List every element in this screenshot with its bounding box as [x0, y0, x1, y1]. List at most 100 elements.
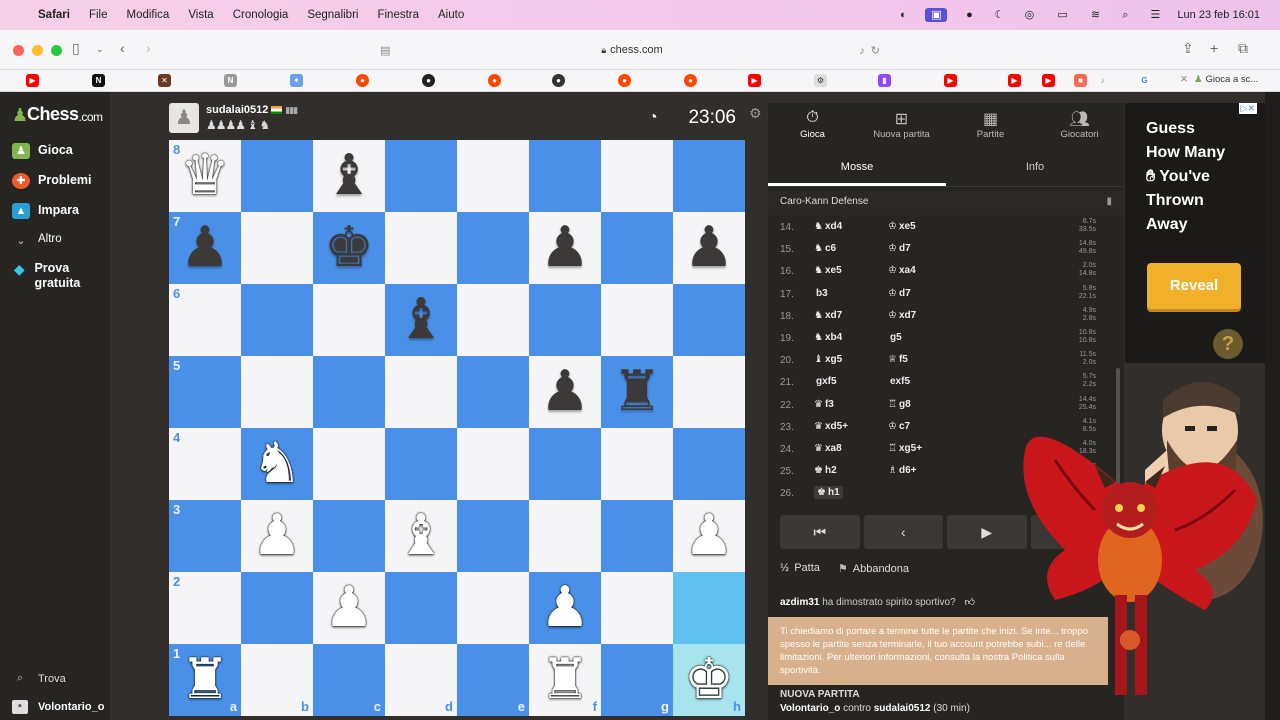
black-move[interactable]: ♔ xe5: [888, 221, 916, 232]
sidebar-user[interactable]: ▪ Volontario_o: [12, 700, 104, 714]
white-move[interactable]: b3: [814, 288, 828, 299]
square-d1[interactable]: d: [385, 644, 457, 716]
white-move[interactable]: ♛ xa8: [814, 443, 842, 454]
new-tab-icon[interactable]: +: [1210, 40, 1218, 56]
previous-move-button[interactable]: ‹: [863, 515, 943, 549]
square-e4[interactable]: [457, 428, 529, 500]
black-pawn-piece[interactable]: ♟: [529, 212, 601, 284]
black-pawn-piece[interactable]: ♟: [673, 212, 745, 284]
square-c2[interactable]: ♟: [313, 572, 385, 644]
battery-icon[interactable]: ▭: [1051, 8, 1073, 22]
thumbs-up-icon[interactable]: 👍︎: [964, 597, 974, 608]
sidebar-item-gioca[interactable]: ♟ Gioca: [12, 143, 73, 159]
address-bar[interactable]: ▤ 🔒︎ chess.com ♪↻: [372, 38, 892, 62]
wifi-icon[interactable]: ≋: [1087, 8, 1103, 22]
square-e1[interactable]: e: [457, 644, 529, 716]
white-move[interactable]: ♛ xd5+: [814, 421, 848, 432]
white-move[interactable]: ♞ xd7: [814, 310, 842, 321]
white-move[interactable]: gxf5: [814, 376, 837, 387]
white-move[interactable]: ♞ xd4: [814, 221, 842, 232]
square-h3[interactable]: ♟: [673, 500, 745, 572]
square-d3[interactable]: ♝: [385, 500, 457, 572]
square-a4[interactable]: 4: [169, 428, 241, 500]
square-a1[interactable]: 1 a ♜: [169, 644, 241, 716]
square-h8[interactable]: [673, 140, 745, 212]
youtube-favicon[interactable]: ▶: [26, 74, 39, 87]
tab-favicon[interactable]: ✕: [158, 74, 171, 87]
gear-icon[interactable]: ⚙: [749, 105, 762, 122]
black-king-piece[interactable]: ♚: [313, 212, 385, 284]
white-rook-piece[interactable]: ♜: [169, 644, 241, 716]
square-b6[interactable]: [241, 284, 313, 356]
square-f6[interactable]: [529, 284, 601, 356]
menu-vista[interactable]: Vista: [188, 9, 213, 21]
speaker-icon[interactable]: ♪: [1096, 74, 1109, 87]
white-move[interactable]: ♞ xb4: [814, 332, 842, 343]
white-move[interactable]: ♚ h2: [814, 465, 837, 476]
misc-favicon[interactable]: ⚙: [814, 74, 827, 87]
dark-favicon-2[interactable]: ●: [552, 74, 565, 87]
tab-overview-icon[interactable]: ⧉: [1238, 40, 1248, 57]
square-h4[interactable]: [673, 428, 745, 500]
airdrop-icon[interactable]: ◎: [1021, 8, 1037, 22]
sidebar-item-prova-gratuita[interactable]: ◆ Prova gratuita: [12, 261, 102, 291]
resign-button[interactable]: ⚑ Abbandona: [838, 562, 909, 575]
reddit-favicon[interactable]: ●: [356, 74, 369, 87]
square-f8[interactable]: [529, 140, 601, 212]
black-pawn-piece[interactable]: ♟: [529, 356, 601, 428]
square-f2[interactable]: ♟: [529, 572, 601, 644]
reddit-favicon-3[interactable]: ●: [618, 74, 631, 87]
white-pawn-piece[interactable]: ♟: [673, 500, 745, 572]
white-move[interactable]: ♞ c6: [814, 243, 836, 254]
tab-favicon-2[interactable]: ■: [1074, 74, 1087, 87]
sidebar-item-altro[interactable]: ⌄ Altro: [12, 233, 61, 249]
sidebar-search[interactable]: ⌕ Trova: [12, 672, 66, 685]
black-bishop-piece[interactable]: ♝: [313, 140, 385, 212]
black-move[interactable]: exf5: [888, 376, 910, 387]
square-b2[interactable]: [241, 572, 313, 644]
square-g1[interactable]: g: [601, 644, 673, 716]
black-move[interactable]: [888, 487, 890, 498]
square-b8[interactable]: [241, 140, 313, 212]
menu-finestra[interactable]: Finestra: [377, 9, 419, 21]
square-h1[interactable]: h ♚: [673, 644, 745, 716]
square-b1[interactable]: b: [241, 644, 313, 716]
square-e3[interactable]: [457, 500, 529, 572]
white-knight-piece[interactable]: ♞: [241, 428, 313, 500]
control-center-icon[interactable]: ☰: [1147, 8, 1163, 22]
square-h2[interactable]: [673, 572, 745, 644]
notion-favicon[interactable]: N: [224, 74, 237, 87]
search-icon[interactable]: ⌕: [1117, 8, 1133, 22]
opponent-name[interactable]: sudalai0512 ▮▮▮: [206, 104, 298, 116]
bird-favicon[interactable]: ✦: [290, 74, 303, 87]
square-d7[interactable]: [385, 212, 457, 284]
square-g8[interactable]: [601, 140, 673, 212]
square-a7[interactable]: 7 ♟: [169, 212, 241, 284]
extension-icon[interactable]: ◐: [895, 8, 911, 22]
forward-button[interactable]: ›: [146, 40, 151, 56]
square-g5[interactable]: ♜: [601, 356, 673, 428]
menu-aiuto[interactable]: Aiuto: [438, 9, 464, 21]
menubar-clock[interactable]: Lun 23 feb 16:01: [1177, 9, 1260, 21]
twitch-favicon[interactable]: ▮: [878, 74, 891, 87]
black-move[interactable]: ♕ f5: [888, 354, 908, 365]
record-icon[interactable]: ●: [961, 8, 977, 22]
book-icon[interactable]: ▮: [1106, 196, 1112, 207]
tab-info[interactable]: Info: [946, 153, 1124, 186]
minimize-window-button[interactable]: [32, 45, 43, 56]
reddit-favicon-4[interactable]: ●: [684, 74, 697, 87]
black-move[interactable]: ♔ xd7: [888, 310, 916, 321]
square-c4[interactable]: [313, 428, 385, 500]
square-g4[interactable]: [601, 428, 673, 500]
square-e6[interactable]: [457, 284, 529, 356]
first-move-button[interactable]: ⏮: [780, 515, 860, 549]
audio-reload-icons[interactable]: ♪↻: [859, 44, 886, 57]
sidebar-toggle-icon[interactable]: ▯: [72, 40, 80, 57]
square-c8[interactable]: ♝: [313, 140, 385, 212]
square-h6[interactable]: [673, 284, 745, 356]
black-move[interactable]: ♗ d6+: [888, 465, 916, 476]
screen-share-icon[interactable]: ▣: [925, 8, 948, 22]
black-move[interactable]: ♔ c7: [888, 421, 910, 432]
tab-giocatori[interactable]: 👥︎ Giocatori: [1035, 103, 1124, 149]
square-d4[interactable]: [385, 428, 457, 500]
